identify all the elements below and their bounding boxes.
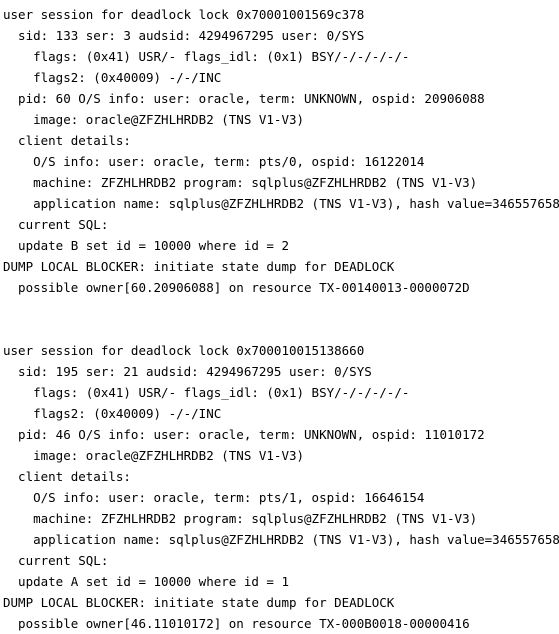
trace-line: DUMP LOCAL BLOCKER: initiate state dump … (3, 595, 395, 610)
trace-line: update B set id = 10000 where id = 2 (3, 238, 289, 253)
trace-line (3, 298, 559, 319)
trace-line: machine: ZFZHLHRDB2 program: sqlplus@ZFZ… (3, 175, 478, 190)
trace-line: image: oracle@ZFZHLHRDB2 (TNS V1-V3) (3, 112, 305, 127)
trace-line: pid: 46 O/S info: user: oracle, term: UN… (3, 427, 485, 442)
trace-line: user session for deadlock lock 0x7000100… (3, 343, 365, 358)
trace-line: flags: (0x41) USR/- flags_idl: (0x1) BSY… (3, 49, 410, 64)
trace-line: current SQL: (3, 217, 109, 232)
trace-line: flags: (0x41) USR/- flags_idl: (0x1) BSY… (3, 385, 410, 400)
deadlock-trace-text: user session for deadlock lock 0x7000100… (0, 0, 559, 634)
trace-line: client details: (3, 133, 131, 148)
trace-line: pid: 60 O/S info: user: oracle, term: UN… (3, 91, 485, 106)
trace-line (3, 319, 559, 340)
trace-line: possible owner[46.11010172] on resource … (3, 616, 470, 631)
trace-line: user session for deadlock lock 0x7000100… (3, 7, 365, 22)
trace-line: client details: (3, 469, 131, 484)
trace-line: application name: sqlplus@ZFZHLHRDB2 (TN… (3, 532, 559, 547)
trace-line: machine: ZFZHLHRDB2 program: sqlplus@ZFZ… (3, 511, 478, 526)
trace-line: DUMP LOCAL BLOCKER: initiate state dump … (3, 259, 395, 274)
trace-line: O/S info: user: oracle, term: pts/0, osp… (3, 154, 425, 169)
trace-line: possible owner[60.20906088] on resource … (3, 280, 470, 295)
trace-line: application name: sqlplus@ZFZHLHRDB2 (TN… (3, 196, 559, 211)
trace-line: sid: 195 ser: 21 audsid: 4294967295 user… (3, 364, 372, 379)
trace-line: current SQL: (3, 553, 109, 568)
trace-line: image: oracle@ZFZHLHRDB2 (TNS V1-V3) (3, 448, 305, 463)
trace-line: sid: 133 ser: 3 audsid: 4294967295 user:… (3, 28, 365, 43)
trace-line: flags2: (0x40009) -/-/INC (3, 406, 222, 421)
trace-line: O/S info: user: oracle, term: pts/1, osp… (3, 490, 425, 505)
trace-line: update A set id = 10000 where id = 1 (3, 574, 289, 589)
trace-line: flags2: (0x40009) -/-/INC (3, 70, 222, 85)
